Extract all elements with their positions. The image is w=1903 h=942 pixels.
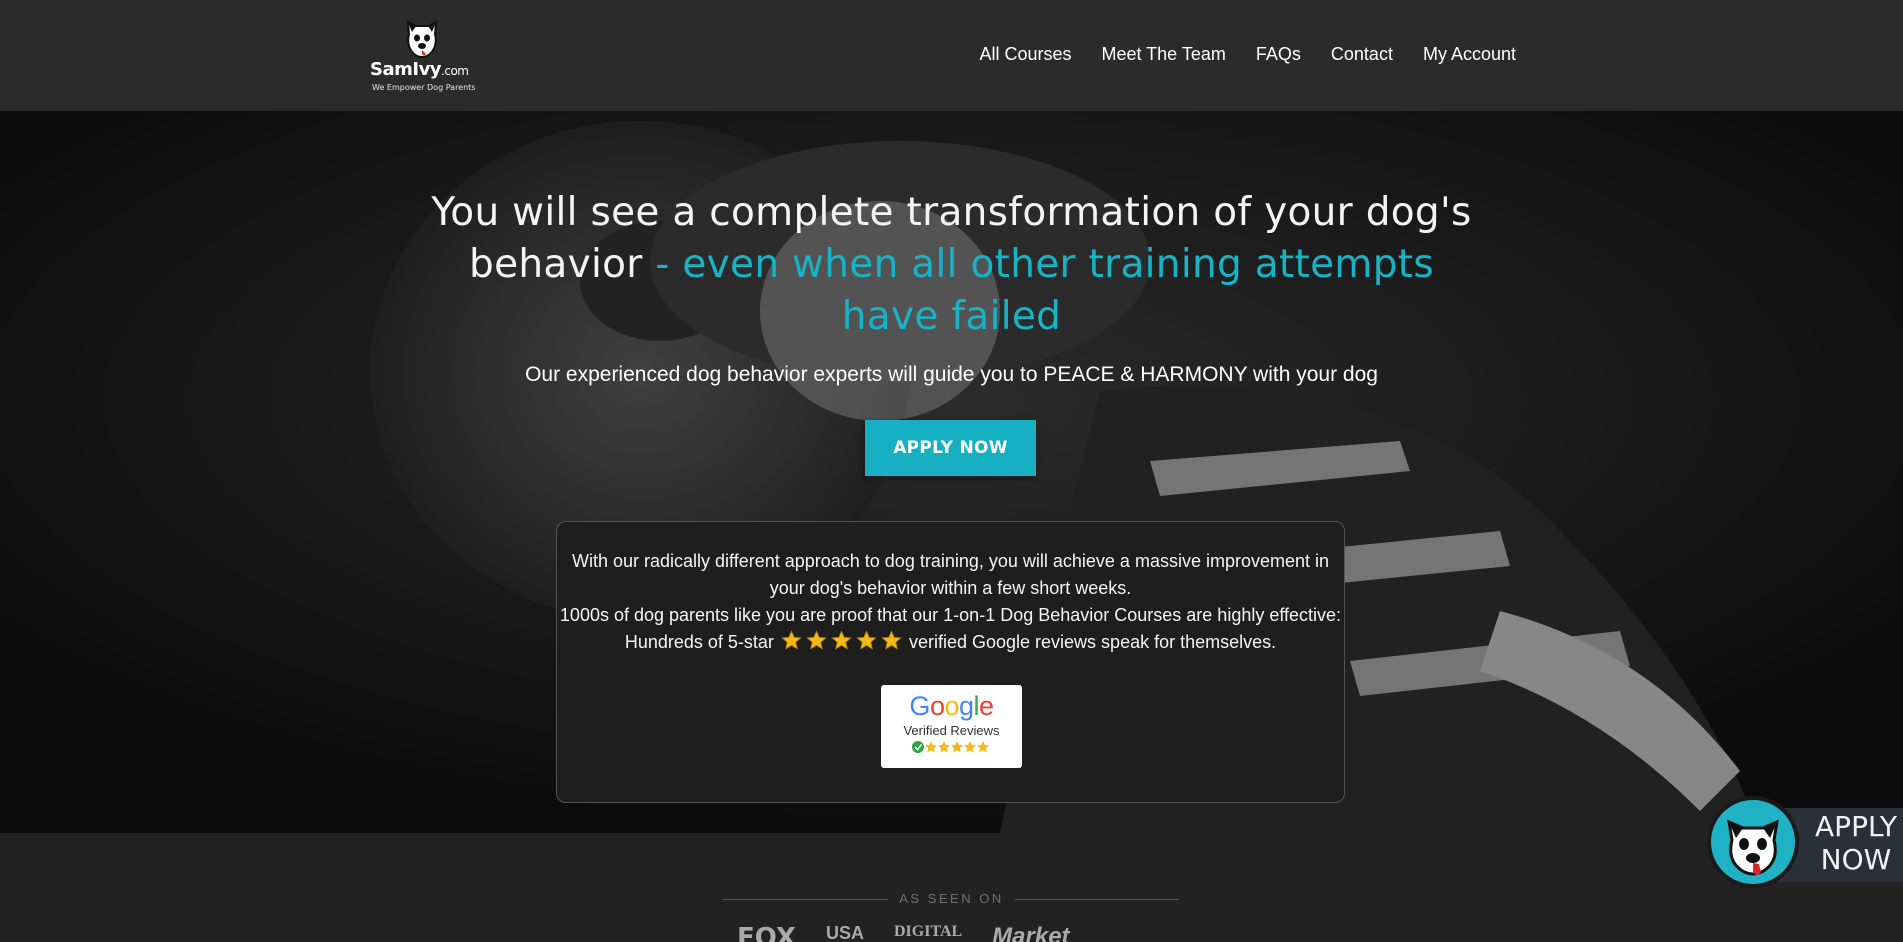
press-logos: FOX USA DIGITAL Market <box>737 923 1070 942</box>
apply-now-button[interactable]: APPLY NOW <box>865 420 1036 476</box>
press-logo-fox: FOX <box>737 923 796 942</box>
info-text-2: 1000s of dog parents like you are proof … <box>557 602 1344 659</box>
hero-title: You will see a complete transformation o… <box>430 187 1473 343</box>
star-icon <box>781 630 802 650</box>
logo-tagline: We Empower Dog Parents <box>372 83 476 92</box>
google-letter: e <box>979 691 994 721</box>
nav-meet-the-team[interactable]: Meet The Team <box>1101 44 1225 65</box>
info-panel: With our radically different approach to… <box>556 521 1345 803</box>
floating-apply-line2: NOW <box>1820 843 1892 876</box>
nav-faqs[interactable]: FAQs <box>1256 44 1301 65</box>
floating-apply-line1: APPLY <box>1815 810 1897 843</box>
floating-apply-now-button[interactable]: APPLY NOW <box>1707 796 1903 888</box>
press-logo-market: Market <box>992 923 1070 942</box>
google-letter: o <box>944 691 959 721</box>
press-logo-usa: USA <box>825 923 864 942</box>
site-header: SamIvy.com We Empower Dog Parents All Co… <box>0 0 1903 111</box>
google-wordmark: Google <box>881 691 1022 722</box>
five-star-rating <box>779 630 904 659</box>
star-icon <box>881 630 902 650</box>
floating-dog-avatar <box>1707 796 1799 888</box>
nav-all-courses[interactable]: All Courses <box>979 44 1071 65</box>
star-icon <box>806 630 827 650</box>
nav-my-account[interactable]: My Account <box>1423 44 1516 65</box>
hero-section: You will see a complete transformation o… <box>0 111 1903 833</box>
press-logo-digital: DIGITAL <box>894 923 963 940</box>
as-seen-on-label: AS SEEN ON <box>899 891 1004 906</box>
verified-reviews-label: Verified Reviews <box>903 723 1000 738</box>
info-text-1: With our radically different approach to… <box>571 551 1330 598</box>
google-letter: G <box>909 691 930 721</box>
main-nav: All Courses Meet The Team FAQs Contact M… <box>979 44 1516 65</box>
as-seen-on-section: AS SEEN ON FOX USA DIGITAL Market <box>0 833 1903 942</box>
logo-wordmark: SamIvy.com <box>370 59 469 80</box>
nav-contact[interactable]: Contact <box>1331 44 1393 65</box>
badge-star-rating-icon <box>912 741 989 753</box>
site-logo[interactable]: SamIvy.com We Empower Dog Parents <box>368 16 478 96</box>
dog-face-icon <box>1727 819 1779 876</box>
star-icon <box>831 630 852 650</box>
dog-logo-icon <box>406 20 438 58</box>
hero-title-accent: - even when all other training attempts … <box>642 242 1434 339</box>
google-letter: g <box>959 691 974 721</box>
star-icon <box>856 630 877 650</box>
floating-apply-text: APPLY NOW <box>1811 810 1901 876</box>
hero-subtitle: Our experienced dog behavior experts wil… <box>525 363 1378 386</box>
google-verified-reviews-badge[interactable]: Google Verified Reviews <box>881 685 1022 768</box>
info-text-2-after: verified Google reviews speak for themse… <box>908 632 1277 652</box>
google-letter: o <box>929 691 945 721</box>
